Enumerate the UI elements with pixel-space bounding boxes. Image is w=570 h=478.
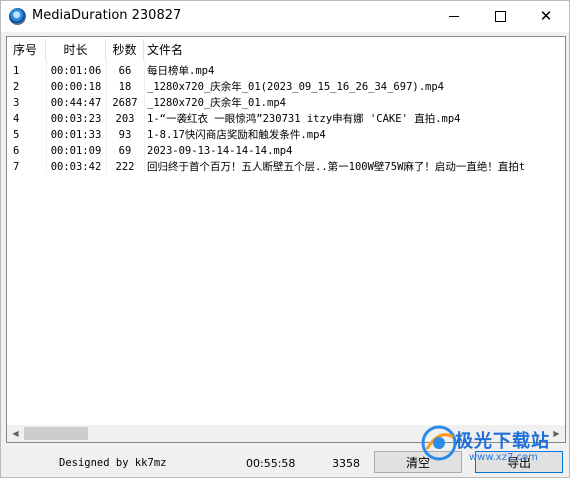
row-duration: 00:44:47 [50,97,102,109]
column-header-filename[interactable]: 文件名 [144,39,565,61]
row-filename: 1-8.17快闪商店奖励和触发条件.mp4 [147,129,326,141]
row-seconds: 69 [118,145,132,157]
scrollbar-thumb[interactable] [24,427,88,440]
clear-button[interactable]: 清空 [374,451,462,473]
row-duration: 00:01:06 [50,65,102,77]
table-row[interactable]: 4 00:03:23 203 1-“一袭红衣 一眼惊鸿”230731 itzy申有娜 … [7,111,565,127]
row-index: 4 [13,113,20,125]
row-duration: 00:00:18 [50,81,102,93]
row-filename: 1-“一袭红衣 一眼惊鸿”230731 itzy申有娜 'CAKE' 直拍.mp… [147,113,461,125]
designed-by-label: Designed by kk7mz [59,457,167,469]
row-seconds: 203 [115,113,135,125]
table-row[interactable]: 7 00:03:42 222 回归终于首个百万！五人断壁五个层..第一100W壁75W… [7,159,565,175]
total-seconds: 3358 [332,457,360,470]
row-index: 2 [13,81,20,93]
table-row[interactable]: 6 00:01:09 69 2023-09-13-14-14-14.mp4 [7,143,565,159]
row-filename: 每日榜单.mp4 [147,65,215,77]
total-duration: 00:55:58 [246,457,296,470]
row-duration: 00:01:33 [50,129,102,141]
app-icon [9,8,26,25]
row-seconds: 2687 [112,97,138,109]
maximize-button[interactable] [477,1,523,32]
row-duration: 00:01:09 [50,145,102,157]
horizontal-scrollbar[interactable]: ◀ ▶ [7,425,565,442]
row-index: 5 [13,129,20,141]
table-row[interactable]: 5 00:01:33 93 1-8.17快闪商店奖励和触发条件.mp4 [7,127,565,143]
row-duration: 00:03:42 [50,161,102,173]
column-divider [46,61,47,173]
row-index: 6 [13,145,20,157]
row-index: 1 [13,65,20,77]
row-index: 7 [13,161,20,173]
row-seconds: 18 [118,81,132,93]
row-index: 3 [13,97,20,109]
main-window: MediaDuration 230827 ✕ 序号 时长 秒数 文件名 1 00:… [0,0,570,478]
minimize-button[interactable] [431,1,477,32]
column-header-index[interactable]: 序号 [7,39,46,61]
title-bar: MediaDuration 230827 ✕ [1,1,569,32]
table-row[interactable]: 2 00:00:18 18 _1280x720_庆余年_01(2023_09_15_1… [7,79,565,95]
table-row[interactable]: 3 00:44:47 2687 _1280x720_庆余年_01.mp4 [7,95,565,111]
row-filename: _1280x720_庆余年_01(2023_09_15_16_26_34_697… [147,81,445,93]
scroll-right-icon[interactable]: ▶ [548,425,565,442]
row-seconds: 93 [118,129,132,141]
maximize-icon [494,11,506,22]
export-button[interactable]: 导出 [475,451,563,473]
column-divider [106,61,107,173]
file-list[interactable]: 序号 时长 秒数 文件名 1 00:01:06 66 每日榜单.mp4 2 00:00:1… [6,36,566,443]
column-header-duration[interactable]: 时长 [46,39,106,61]
table-row[interactable]: 1 00:01:06 66 每日榜单.mp4 [7,63,565,79]
minimize-icon [449,16,459,17]
window-title: MediaDuration 230827 [32,8,182,23]
row-duration: 00:03:23 [50,113,102,125]
row-filename: 2023-09-13-14-14-14.mp4 [147,145,293,157]
row-seconds: 222 [115,161,135,173]
row-filename: 回归终于首个百万！五人断壁五个层..第一100W壁75W麻了！启动一直绝！直拍t [147,161,526,173]
row-seconds: 66 [118,65,132,77]
close-button[interactable]: ✕ [523,1,569,32]
column-header: 序号 时长 秒数 文件名 [7,39,565,61]
column-divider [144,61,145,173]
close-icon: ✕ [539,7,553,25]
column-header-seconds[interactable]: 秒数 [106,39,144,61]
scroll-left-icon[interactable]: ◀ [7,425,24,442]
row-filename: _1280x720_庆余年_01.mp4 [147,97,286,109]
